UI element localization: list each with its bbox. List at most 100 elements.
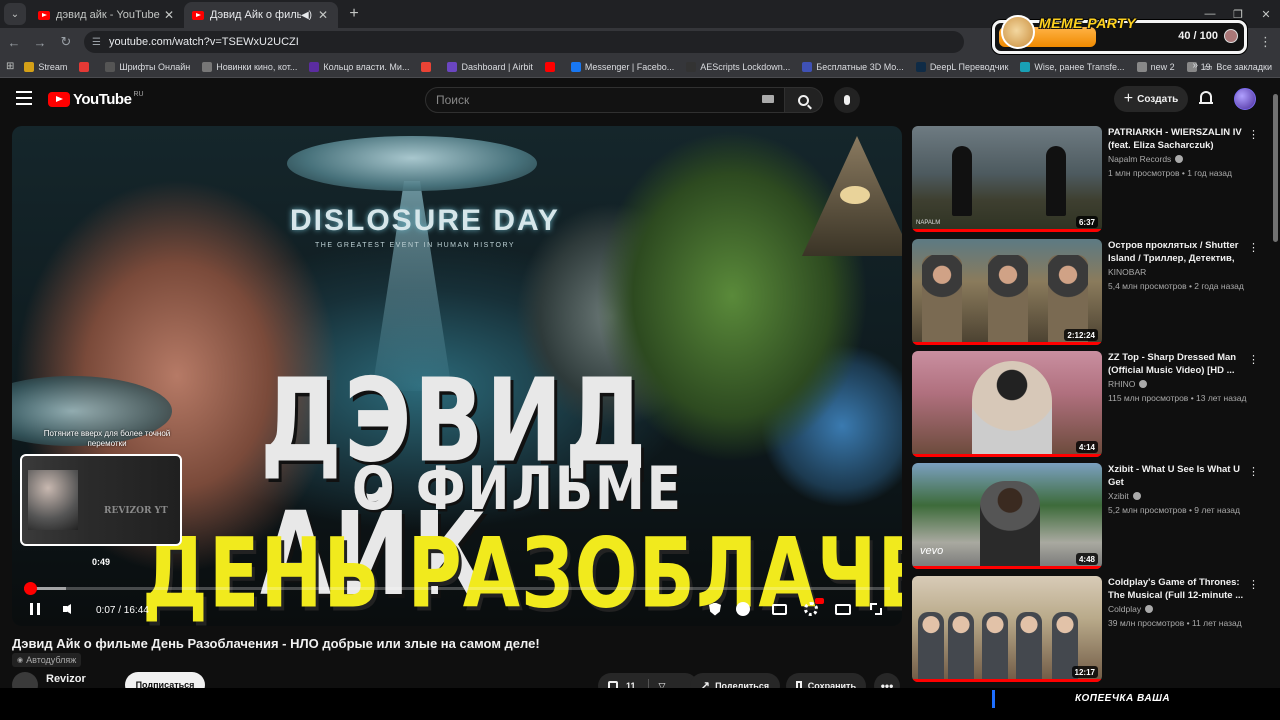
search-input[interactable]: Поиск <box>425 87 785 113</box>
recommendation-stats: 1 млн просмотров • 1 год назад <box>1108 168 1232 178</box>
search-button[interactable] <box>785 87 823 113</box>
bookmark-item[interactable]: Новинки кино, кот... <box>202 61 298 72</box>
browser-tab[interactable]: дэвид айк - YouTube ✕ <box>30 2 184 28</box>
duration-badge: 2:12:24 <box>1064 329 1098 341</box>
bookmark-item[interactable]: Шрифты Онлайн <box>105 61 190 72</box>
more-options-icon[interactable]: ⋮ <box>1248 353 1259 366</box>
recommendation-channel[interactable]: Coldplay <box>1108 604 1154 614</box>
recommendation-thumbnail[interactable]: 2:12:24 <box>912 239 1102 345</box>
site-info-icon[interactable]: ☰ <box>92 37 101 48</box>
bookmark-label: Новинки кино, кот... <box>216 61 298 72</box>
bookmark-favicon-icon <box>1020 61 1031 72</box>
page-scrollbar-thumb[interactable] <box>1273 94 1278 242</box>
bookmark-item[interactable]: Wise, ранее Transfe... <box>1020 61 1125 72</box>
watched-progress-bar <box>912 679 1102 682</box>
bookmarks-overflow-button[interactable]: » <box>1192 60 1198 71</box>
recommendation-channel[interactable]: Napalm Records <box>1108 154 1184 164</box>
close-tab-icon[interactable]: ✕ <box>316 8 330 22</box>
recommendation-stats: 5,2 млн просмотров • 9 лет назад <box>1108 505 1240 515</box>
voice-search-button[interactable] <box>834 87 860 113</box>
bookmark-favicon-icon <box>802 61 813 72</box>
meme-party-title: MEME PARTY <box>1039 15 1137 31</box>
video-player[interactable]: DISLOSURE DAY THE GREATEST EVENT IN HUMA… <box>12 126 902 626</box>
bookmark-item[interactable] <box>421 61 435 72</box>
channel-name[interactable]: Revizor <box>46 673 86 685</box>
recommendation-title[interactable]: Xzibit - What U See Is What U Get <box>1108 463 1244 489</box>
progress-bar[interactable] <box>24 582 890 595</box>
all-bookmarks-button[interactable]: ▭ Все закладки <box>1204 56 1272 77</box>
bookmark-item[interactable]: Кольцо власти. Ми... <box>309 61 409 72</box>
browser-menu-icon[interactable]: ⋮ <box>1259 34 1272 50</box>
ticker-text: КОПЕЕЧКА ВАША <box>1075 693 1171 704</box>
recommendation-channel[interactable]: KINOBAR <box>1108 267 1146 277</box>
plus-icon: + <box>1123 90 1134 107</box>
bookmark-item[interactable]: Messenger | Facebo... <box>570 61 675 72</box>
more-options-icon[interactable]: ⋮ <box>1248 578 1259 591</box>
gear-icon <box>804 602 818 616</box>
all-bookmarks-label: Все закладки <box>1216 62 1272 72</box>
address-bar[interactable]: ☰ youtube.com/watch?v=TSEWxU2UCZI <box>84 31 964 53</box>
bookmark-item[interactable]: Stream <box>24 61 67 72</box>
recommendation-item[interactable]: 4:14 ZZ Top - Sharp Dressed Man (Official… <box>912 351 1262 461</box>
account-avatar[interactable] <box>1234 88 1256 110</box>
new-tab-button[interactable]: + <box>342 2 366 26</box>
recommendation-item[interactable]: 12:17 Coldplay's Game of Thrones: The Mus… <box>912 576 1262 686</box>
recommendation-item[interactable]: 2:12:24 Остров проклятых / Shutter Island… <box>912 239 1262 349</box>
bookmark-item[interactable] <box>79 61 93 72</box>
speaker-icon <box>63 604 71 614</box>
back-button[interactable]: ← <box>2 30 26 54</box>
bookmark-item[interactable]: AEScripts Lockdown... <box>686 61 790 72</box>
recommendation-title[interactable]: Coldplay's Game of Thrones: The Musical … <box>1108 576 1244 602</box>
volume-button[interactable] <box>58 600 76 618</box>
recommendation-thumbnail[interactable]: 12:17 <box>912 576 1102 682</box>
recommendation-channel[interactable]: Xzibit <box>1108 491 1141 501</box>
thumbnail-subheading: THE GREATEST EVENT IN HUMAN HISTORY <box>315 242 516 249</box>
pause-button[interactable] <box>28 600 42 618</box>
recommendation-thumbnail[interactable]: 4:14 <box>912 351 1102 457</box>
microphone-icon <box>844 95 850 105</box>
recommendation-title[interactable]: PATRIARKH - WIERSZALIN IV (feat. Eliza S… <box>1108 126 1244 152</box>
url-text: youtube.com/watch?v=TSEWxU2UCZI <box>108 36 299 48</box>
keyboard-icon[interactable] <box>762 95 774 103</box>
subtitles-button[interactable] <box>770 600 788 618</box>
bookmark-item[interactable]: Бесплатные 3D Мо... <box>802 61 904 72</box>
create-button[interactable]: + Создать <box>1114 86 1188 112</box>
bookmark-label: Messenger | Facebo... <box>584 61 675 72</box>
bookmark-item[interactable]: DeepL Переводчик <box>915 61 1008 72</box>
duration-badge: 4:14 <box>1075 441 1098 453</box>
notifications-bell-icon[interactable] <box>1199 91 1213 106</box>
more-options-icon[interactable]: ⋮ <box>1248 465 1259 478</box>
recommendation-item[interactable]: vevo 4:48 Xzibit - What U See Is What U Ge… <box>912 463 1262 573</box>
autoplay-toggle[interactable] <box>734 600 752 618</box>
recommendation-stats: 5,4 млн просмотров • 2 года назад <box>1108 281 1244 291</box>
recommendation-thumbnail[interactable]: vevo 4:48 <box>912 463 1102 569</box>
bookmark-item[interactable]: Dashboard | Airbit <box>447 61 533 72</box>
verified-icon <box>1145 605 1154 613</box>
recommendation-item[interactable]: NAPALM 6:37 PATRIARKH - WIERSZALIN IV (fea… <box>912 126 1262 236</box>
close-tab-icon[interactable]: ✕ <box>162 8 176 22</box>
recommendation-thumbnail[interactable]: NAPALM 6:37 <box>912 126 1102 232</box>
meme-party-widget: MEME PARTY 40 / 100 <box>992 15 1247 54</box>
duration-badge: 6:37 <box>1075 216 1098 228</box>
recommendation-title[interactable]: Остров проклятых / Shutter Island / Трил… <box>1108 239 1244 265</box>
reload-button[interactable]: ↻ <box>54 30 78 54</box>
theater-mode-button[interactable] <box>834 600 852 618</box>
bookmark-item[interactable] <box>544 61 559 72</box>
forward-button[interactable]: → <box>28 30 52 54</box>
bookmark-item[interactable]: new 2 <box>1136 61 1175 72</box>
shield-button[interactable] <box>706 600 724 618</box>
recommendation-channel[interactable]: RHINO <box>1108 379 1148 389</box>
menu-icon[interactable] <box>16 91 32 105</box>
more-options-icon[interactable]: ⋮ <box>1248 241 1259 254</box>
recommendation-title[interactable]: ZZ Top - Sharp Dressed Man (Official Mus… <box>1108 351 1244 377</box>
apps-grid-icon[interactable]: ⊞ <box>6 61 14 72</box>
more-options-icon[interactable]: ⋮ <box>1248 128 1259 141</box>
browser-tab-active[interactable]: Дэвид Айк о фильме День Разоблачения ◀) … <box>184 2 338 28</box>
youtube-logo[interactable]: YouTube RU <box>48 91 144 108</box>
tab-search-button[interactable]: ⌄ <box>4 3 26 25</box>
fullscreen-button[interactable] <box>867 600 885 618</box>
speaker-icon[interactable]: ◀) <box>301 10 312 21</box>
settings-button[interactable] <box>802 598 824 618</box>
close-window-button[interactable]: ✕ <box>1252 0 1280 28</box>
youtube-header: YouTube RU Поиск + Создать <box>0 79 1280 121</box>
